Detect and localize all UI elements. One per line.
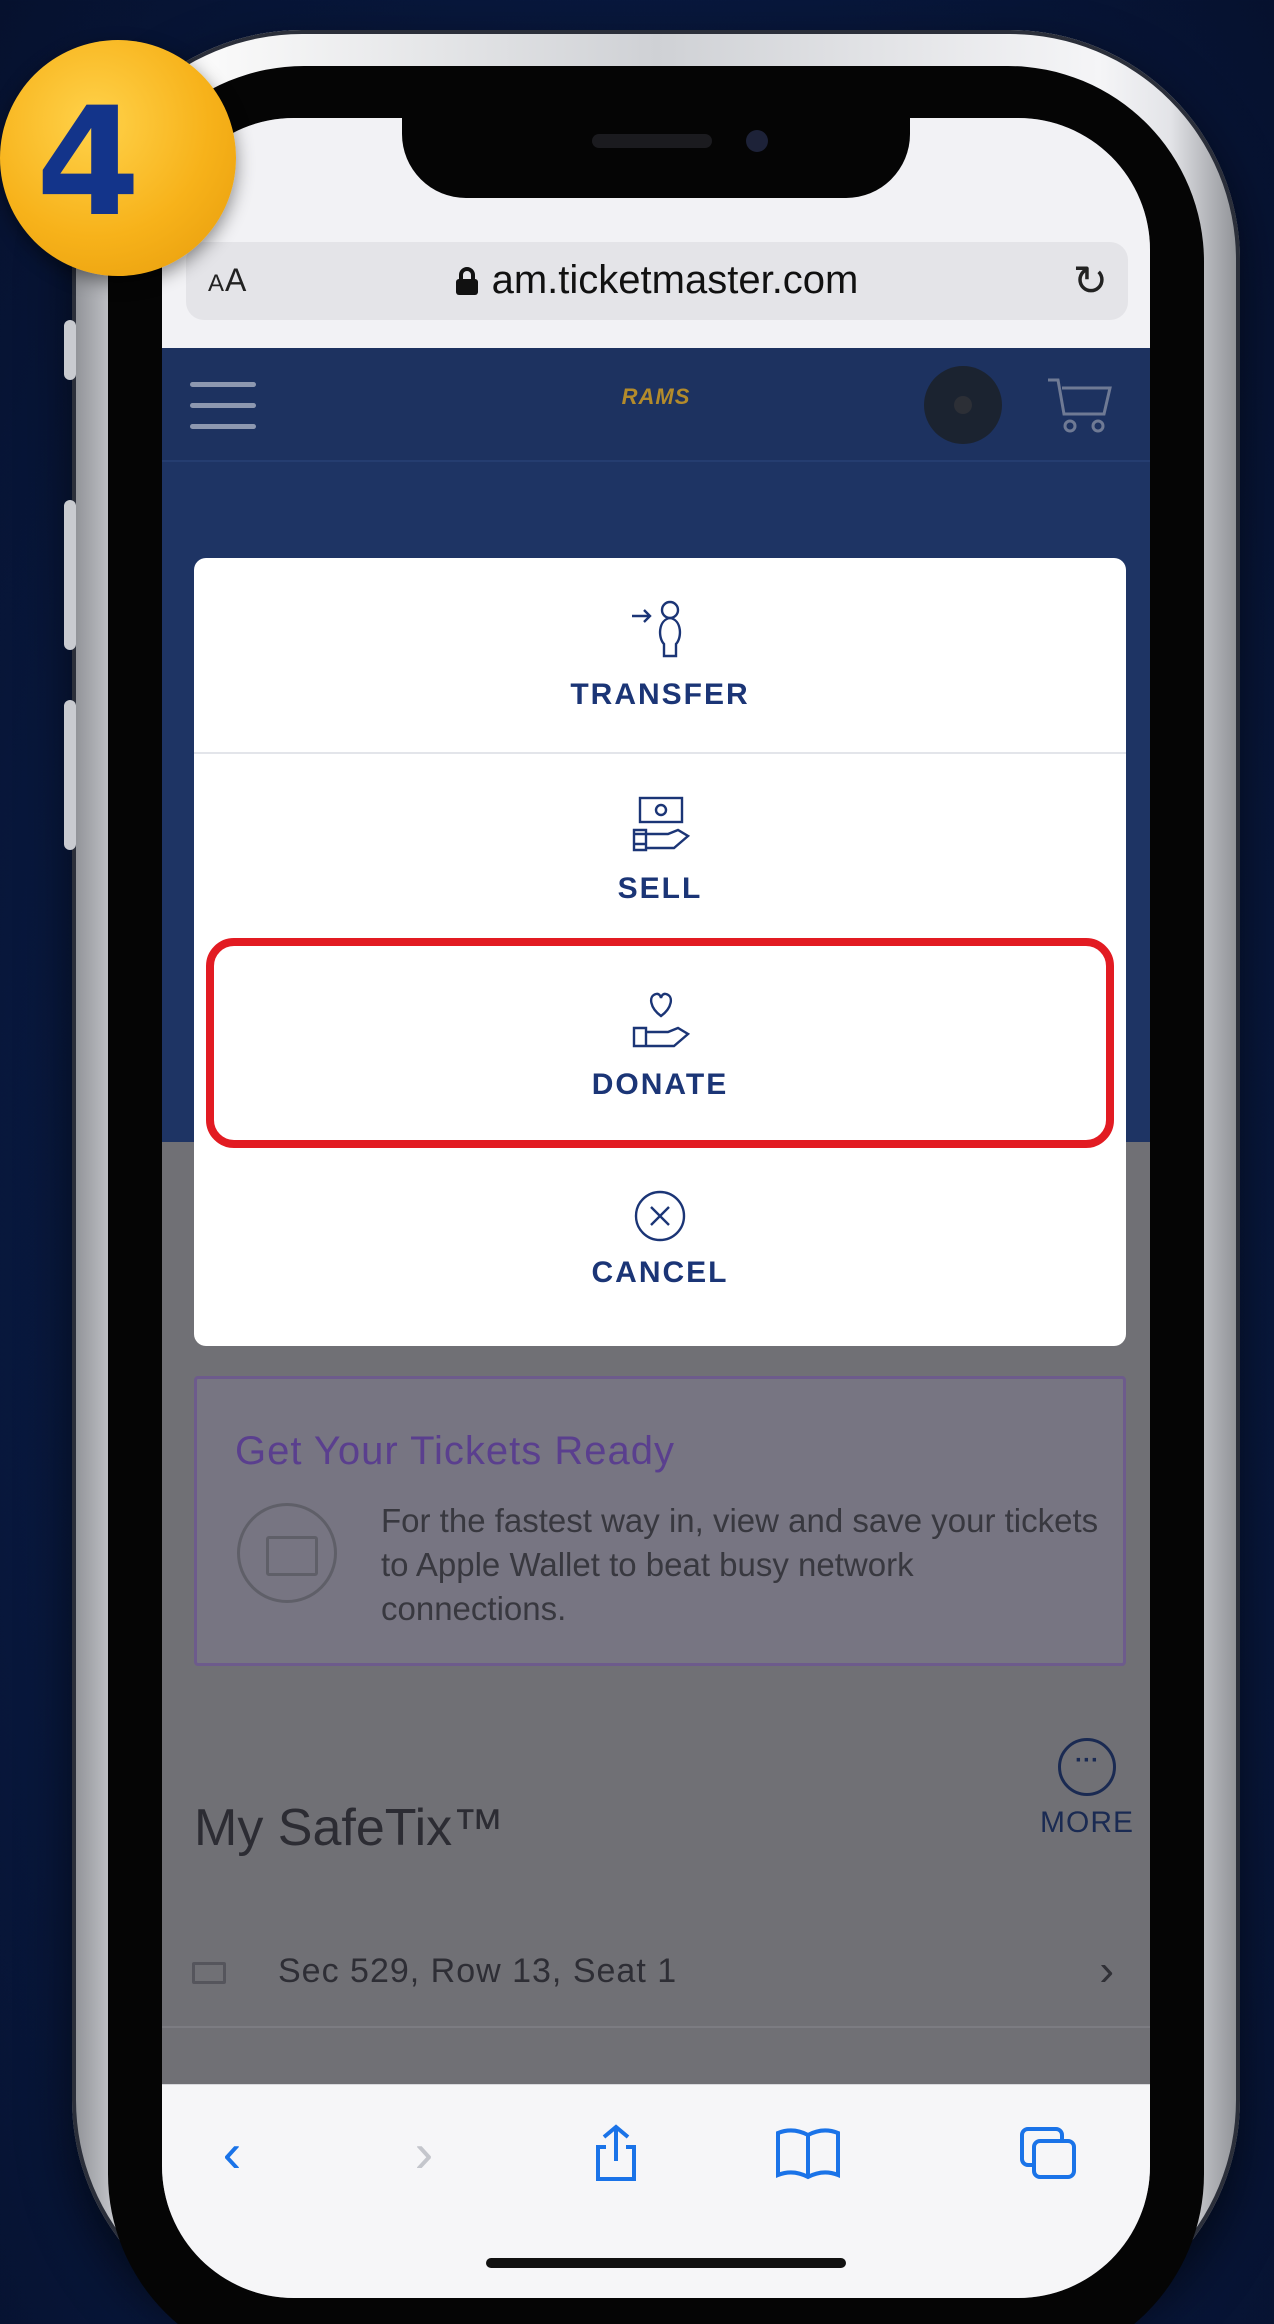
sell-label: SELL [617,872,703,905]
step-number: 4 [36,76,141,250]
back-button[interactable]: ‹ [192,2123,272,2183]
wallet-icon [237,1503,337,1603]
account-avatar[interactable] [924,366,1002,444]
ticket-action-sheet: TRANSFER SELL DONATE CANCEL [194,558,1126,1346]
ticket-icon [192,1962,226,1984]
volume-up-button [64,500,76,650]
bookmarks-icon[interactable] [768,2123,848,2183]
tickets-ready-title: Get Your Tickets Ready [235,1429,676,1473]
site-header: RAMS [162,348,1150,462]
more-ellipsis-icon: ··· [1058,1738,1116,1796]
volume-down-button [64,700,76,850]
divider [194,752,1126,754]
phone-screen: AA am.ticketmaster.com ↻ RAMS Get Your T… [162,118,1150,2298]
seat-row[interactable]: Sec 529, Row 13, Seat 1 › [162,1918,1150,2028]
share-icon[interactable] [576,2123,656,2183]
cart-icon[interactable] [1044,374,1116,436]
more-label: MORE [1040,1806,1134,1839]
transfer-label: TRANSFER [570,678,750,711]
transfer-option[interactable]: TRANSFER [194,598,1126,712]
donate-option[interactable]: DONATE [194,990,1126,1102]
chevron-right-icon: › [1099,1946,1114,1995]
tabs-icon[interactable] [1008,2123,1088,2183]
address-bar[interactable]: AA am.ticketmaster.com ↻ [186,242,1128,320]
transfer-person-icon [632,600,682,658]
step-number-badge: 4 [0,40,236,276]
url-text: am.ticketmaster.com [491,258,859,302]
cancel-option[interactable]: CANCEL [194,1188,1126,1290]
cancel-circle-x-icon [634,1190,686,1242]
reload-icon[interactable]: ↻ [1073,256,1108,305]
donate-label: DONATE [591,1068,729,1101]
front-camera [746,130,768,152]
home-indicator [486,2258,846,2268]
lock-icon [455,267,478,295]
seat-label: Sec 529, Row 13, Seat 1 [278,1952,678,1990]
url-display[interactable]: am.ticketmaster.com [186,258,1128,303]
donate-heart-hand-icon [632,992,690,1048]
forward-button[interactable]: › [384,2123,464,2183]
mute-switch [64,320,76,380]
tickets-ready-card: Get Your Tickets Ready For the fastest w… [194,1376,1126,1666]
sell-option[interactable]: SELL [194,794,1126,906]
cancel-label: CANCEL [591,1256,729,1289]
earpiece-speaker [592,134,712,148]
sell-money-hand-icon [632,796,690,852]
more-button[interactable]: ··· MORE [1032,1738,1142,1858]
phone-notch [402,118,910,198]
safetix-heading: My SafeTix™ [194,1799,505,1857]
tickets-ready-body: For the fastest way in, view and save yo… [381,1502,1099,1627]
